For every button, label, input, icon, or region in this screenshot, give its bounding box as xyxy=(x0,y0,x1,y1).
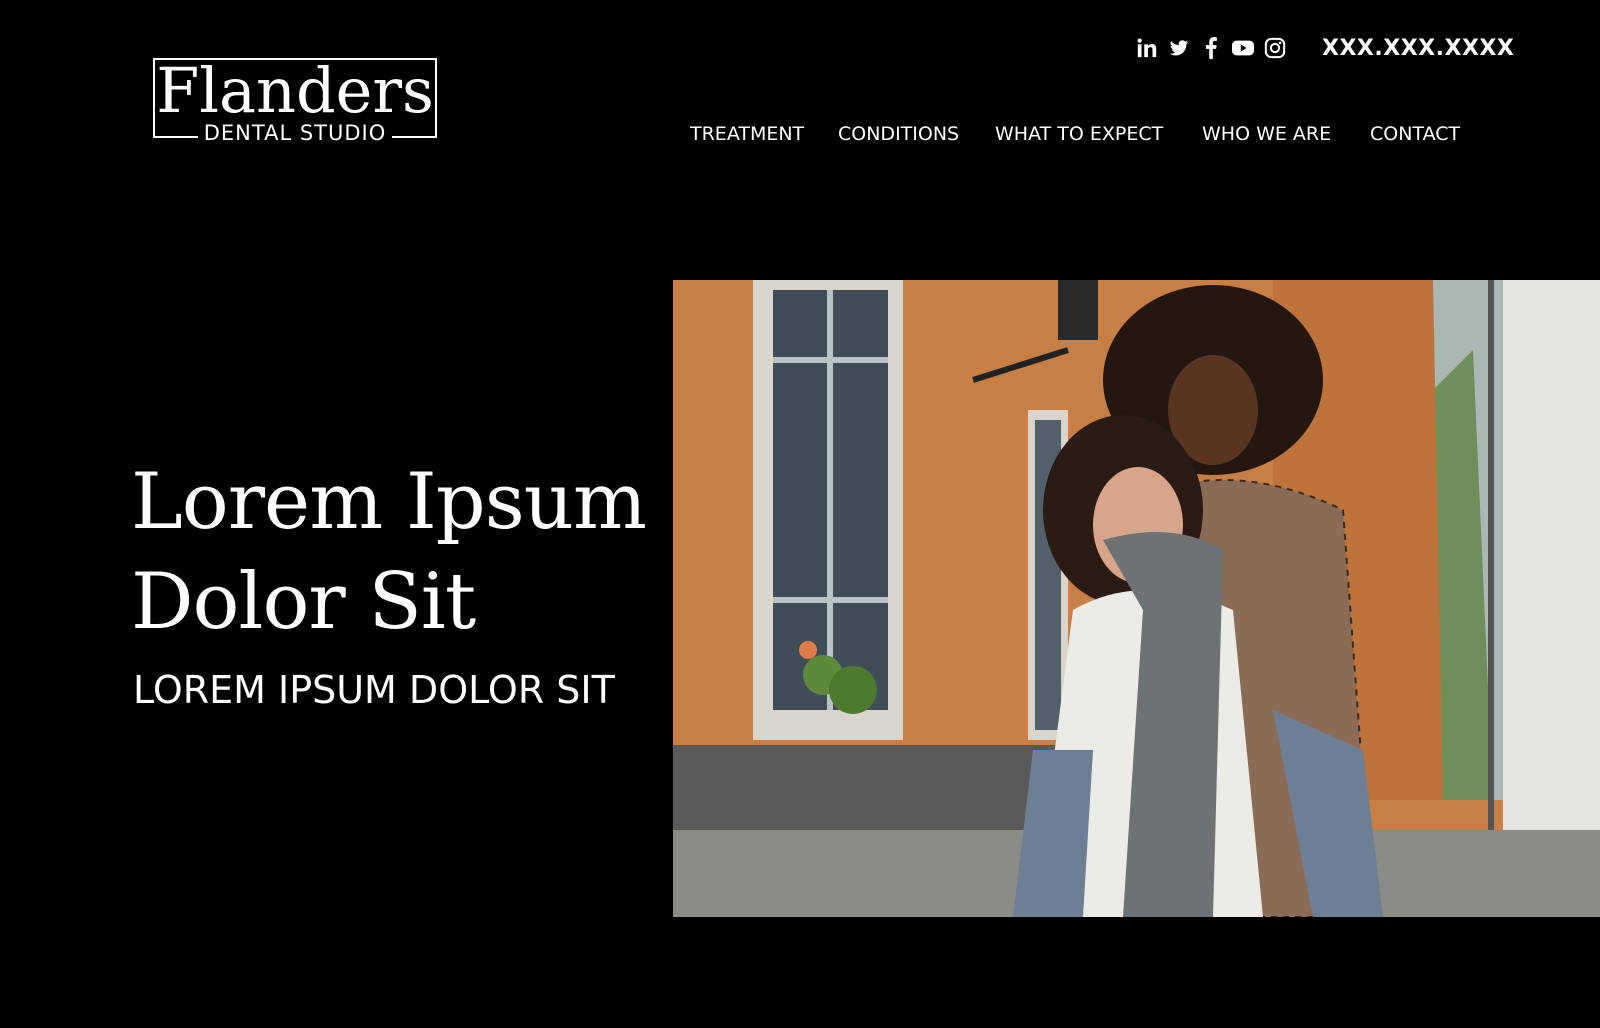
hero-photo xyxy=(673,280,1600,917)
twitter-icon[interactable] xyxy=(1168,37,1190,59)
hero-subtitle: LOREM IPSUM DOLOR SIT xyxy=(133,668,615,712)
nav-item-conditions[interactable]: CONDITIONS xyxy=(838,123,959,145)
brand-name: Flanders xyxy=(156,54,434,127)
brand-logo[interactable]: Flanders DENTAL STUDIO xyxy=(153,54,437,145)
facebook-icon[interactable] xyxy=(1200,37,1222,59)
instagram-icon[interactable] xyxy=(1264,37,1286,59)
nav-item-who-we-are[interactable]: WHO WE ARE xyxy=(1202,123,1331,145)
nav-item-treatment[interactable]: TREATMENT xyxy=(690,123,804,145)
hero-title: Lorem Ipsum Dolor Sit xyxy=(131,457,647,647)
linkedin-icon[interactable] xyxy=(1136,37,1158,59)
brand-subtitle: DENTAL STUDIO xyxy=(155,121,435,145)
youtube-icon[interactable] xyxy=(1232,37,1254,59)
social-links xyxy=(1136,37,1286,59)
nav-item-contact[interactable]: CONTACT xyxy=(1370,123,1460,145)
phone-number[interactable]: XXX.XXX.XXXX xyxy=(1322,36,1514,61)
hero-photo-illustration xyxy=(673,280,1600,917)
nav-item-what-to-expect[interactable]: WHAT TO EXPECT xyxy=(995,123,1163,145)
